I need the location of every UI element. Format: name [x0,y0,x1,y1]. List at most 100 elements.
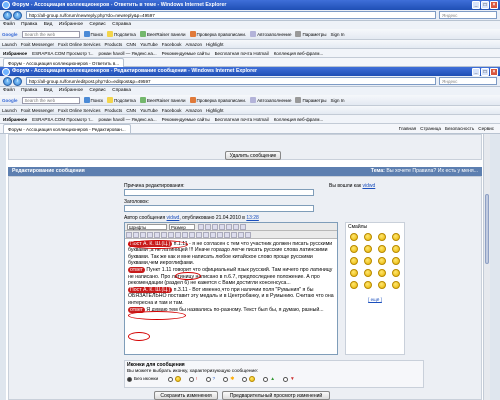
ordered-list-icon[interactable] [167,231,174,238]
surprised-icon[interactable] [392,245,400,253]
php-icon[interactable] [244,231,251,238]
sleep-icon[interactable] [350,281,358,289]
angry-icon[interactable] [378,245,386,253]
menu-edit[interactable]: Правка [21,88,37,93]
fav-link-3[interactable]: Рекомендуемые сайты [162,51,210,56]
home-button[interactable]: Главная [399,126,416,131]
menu-edit[interactable]: Правка [21,22,37,27]
link-icon[interactable] [195,231,202,238]
message-textarea[interactable]: Пост А. К. Ш.(Ц.) п.1.11 - я не согласен… [125,239,337,349]
kiss-icon[interactable] [364,281,372,289]
subject-input[interactable] [124,205,314,212]
menu-file[interactable]: Файл [3,22,15,27]
menu-tools[interactable]: Сервис [89,88,105,93]
menu-help[interactable]: Справка [112,22,131,27]
fav-link-2[interactable]: роман havoll — Яндекс.на... [98,117,156,122]
image-icon[interactable] [216,231,223,238]
fav-link-5[interactable]: Коллекция веб-фрагм... [274,117,324,122]
redo-icon[interactable] [232,223,239,230]
toolbar-foxit-messenger[interactable]: Foxit Messenger [21,108,54,113]
laugh-icon[interactable] [350,257,358,265]
no-icon-radio[interactable] [127,376,132,382]
icon-radio[interactable] [205,376,211,382]
toolbar-spellcheck[interactable]: Проверка правописани. [189,97,246,103]
favorites-star-button[interactable]: Избранное [3,117,27,122]
minimize-icon[interactable]: _ [472,67,480,76]
size-select[interactable]: Размер [169,223,195,230]
icon-radio[interactable] [282,376,288,382]
menu-tools[interactable]: Сервис [89,22,105,27]
toolbar-autofill[interactable]: Автозаполнение [250,97,291,103]
fav-link-1[interactable]: ESRAPSA.COM Просмотр т... [32,51,93,56]
toolbar-autofill[interactable]: Автозаполнение [250,31,291,37]
inner-url-input[interactable]: http://all-group.ru/forum/editpost.php?d… [26,77,436,85]
menu-view[interactable]: Вид [44,88,53,93]
forward-icon[interactable]: › [13,10,22,20]
close-icon[interactable]: × [490,67,498,76]
thumbs-up-icon[interactable] [392,269,400,277]
back-icon[interactable]: ‹ [3,76,12,86]
align-center-icon[interactable] [153,231,160,238]
toolbar-foxit-online[interactable]: Foxit Online Services [58,42,101,47]
toolbar-highlight2[interactable]: Highlight [206,42,224,47]
menu-favorites[interactable]: Избранное [59,88,83,93]
bold-icon[interactable] [125,231,132,238]
fav-link-4[interactable]: Бесплатная почта Hotmail [215,117,269,122]
cut-icon[interactable] [204,223,211,230]
html-icon[interactable] [237,231,244,238]
preview-changes-button[interactable]: Предварительный просмотр изменений [222,391,330,400]
icon-radio[interactable] [223,376,229,382]
confused-icon[interactable] [364,257,372,265]
toolbar-products[interactable]: Products [105,108,123,113]
toolbar-highlight2[interactable]: Highlight [206,108,224,113]
toolbar-foxit-online[interactable]: Foxit Online Services [58,108,101,113]
grin-icon[interactable] [378,233,386,241]
toolbar-beerraiser[interactable]: BeerRaiser панели [139,31,186,37]
fav-link-2[interactable]: роман havoll — Яндекс.на... [98,51,156,56]
toolbar-settings[interactable]: Параметры [295,31,326,37]
reason-input[interactable] [124,189,314,196]
align-left-icon[interactable] [146,231,153,238]
align-right-icon[interactable] [160,231,167,238]
fav-link-4[interactable]: Бесплатная почта Hotmail [215,51,269,56]
toolbar-cnn[interactable]: CNN [126,42,136,47]
source-mode-icon[interactable] [239,223,246,230]
google-search-input[interactable]: Search the web [21,96,80,104]
toolbar-sign-in[interactable]: Sign In [330,98,344,103]
menu-view[interactable]: Вид [44,22,53,27]
tongue-icon[interactable] [350,245,358,253]
menu-favorites[interactable]: Избранное [59,22,83,27]
toolbar-products[interactable]: Products [105,42,123,47]
italic-icon[interactable] [132,231,139,238]
minimize-icon[interactable]: _ [472,1,480,9]
toolbar-beerraiser[interactable]: BeerRaiser панели [139,97,186,103]
toolbar-highlight[interactable]: Подсветка [106,97,136,103]
username-link[interactable]: vidwd [362,183,375,189]
fav-link-3[interactable]: Рекомендуемые сайты [162,117,210,122]
font-select[interactable]: Шрифты [127,223,167,230]
quote-icon[interactable] [223,231,230,238]
code-icon[interactable] [230,231,237,238]
safety-button[interactable]: Безопасность [445,126,474,131]
save-changes-button[interactable]: Сохранить изменения [154,391,218,400]
toolbar-facebook[interactable]: Facebook [162,108,182,113]
outer-url-input[interactable]: http://all-group.ru/forum/newreply.php?d… [26,11,436,19]
email-icon[interactable] [209,231,216,238]
smile-icon[interactable] [350,233,358,241]
fav-link-1[interactable]: ESRAPSA.COM Просмотр т... [32,117,93,122]
paste-icon[interactable] [218,223,225,230]
icon-radio[interactable] [242,376,248,382]
menu-help[interactable]: Справка [112,88,131,93]
close-icon[interactable]: × [490,1,498,9]
page-button[interactable]: Страница [420,126,441,131]
undo-icon[interactable] [225,223,232,230]
page-scrollbar[interactable] [483,134,490,400]
toolbar-search[interactable]: Поиск [83,31,103,37]
delete-message-button[interactable]: Удалить сообщение [225,151,281,160]
cry-icon[interactable] [378,269,386,277]
back-icon[interactable]: ‹ [3,10,12,20]
inner-tab[interactable]: Форум - Ассоциация коллекционеров - Реда… [3,124,131,133]
unlink-icon[interactable] [202,231,209,238]
google-search-input[interactable]: Search the web [21,30,80,38]
devil-icon[interactable] [378,281,386,289]
